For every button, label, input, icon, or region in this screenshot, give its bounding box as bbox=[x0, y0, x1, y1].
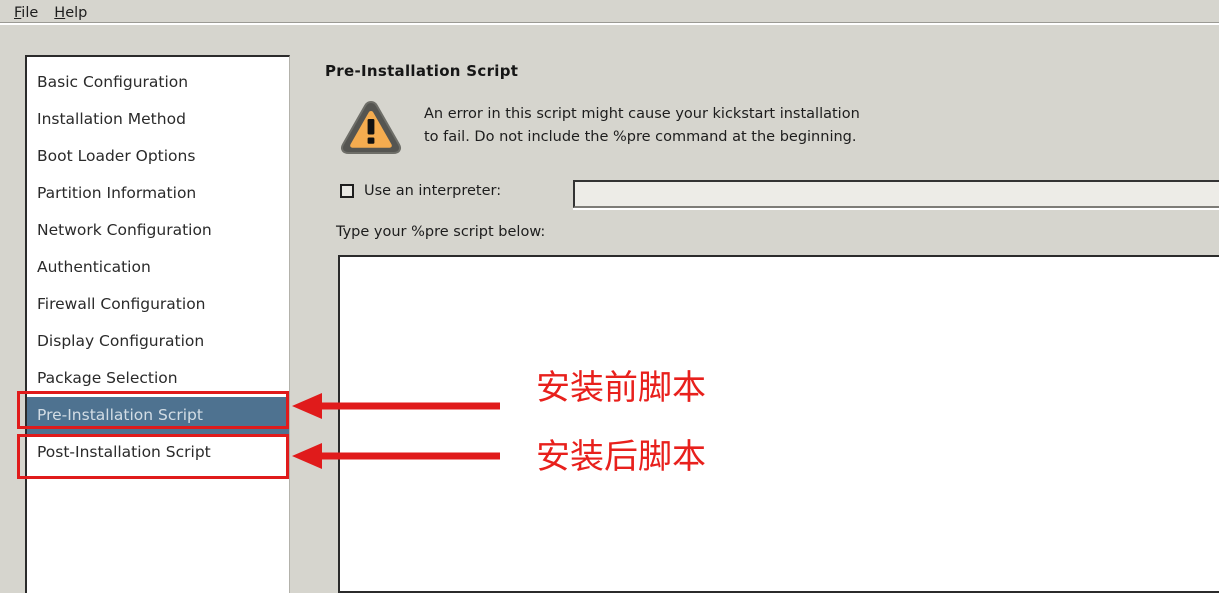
use-interpreter-label: Use an interpreter: bbox=[364, 183, 502, 199]
annotation-label-pre-script: 安装前脚本 bbox=[536, 368, 706, 408]
menu-file-rest: ile bbox=[21, 5, 39, 21]
use-interpreter-checkbox[interactable] bbox=[340, 184, 354, 198]
kickstart-configurator-window: File Help Basic Configuration Installati… bbox=[0, 0, 1219, 593]
menu-help-rest: elp bbox=[65, 5, 88, 21]
sidebar-item-firewall-configuration[interactable]: Firewall Configuration bbox=[27, 286, 289, 323]
sidebar-item-authentication[interactable]: Authentication bbox=[27, 249, 289, 286]
navigation-list[interactable]: Basic Configuration Installation Method … bbox=[25, 55, 290, 593]
sidebar-item-package-selection[interactable]: Package Selection bbox=[27, 360, 289, 397]
menu-help[interactable]: Help bbox=[48, 6, 97, 22]
sidebar-item-display-configuration[interactable]: Display Configuration bbox=[27, 323, 289, 360]
warning-banner: An error in this script might cause your… bbox=[338, 97, 1198, 157]
warning-text: An error in this script might cause your… bbox=[424, 103, 860, 149]
sidebar-item-network-configuration[interactable]: Network Configuration bbox=[27, 212, 289, 249]
annotation-label-post-script: 安装后脚本 bbox=[536, 437, 706, 477]
sidebar-item-partition-information[interactable]: Partition Information bbox=[27, 175, 289, 212]
warning-triangle-icon bbox=[340, 100, 402, 154]
sidebar-item-pre-installation-script[interactable]: Pre-Installation Script bbox=[27, 397, 289, 434]
menu-bar-separator bbox=[0, 22, 1219, 25]
menu-bar: File Help bbox=[0, 0, 1219, 22]
menu-file[interactable]: File bbox=[8, 6, 48, 22]
menu-help-mnemonic: H bbox=[54, 5, 66, 21]
use-interpreter-row[interactable]: Use an interpreter: bbox=[340, 183, 501, 199]
warning-text-line1: An error in this script might cause your… bbox=[424, 106, 860, 122]
script-area-label: Type your %pre script below: bbox=[336, 224, 546, 240]
page-title: Pre-Installation Script bbox=[325, 62, 519, 80]
sidebar-item-boot-loader-options[interactable]: Boot Loader Options bbox=[27, 138, 289, 175]
script-textarea[interactable] bbox=[338, 255, 1219, 593]
interpreter-input[interactable] bbox=[573, 180, 1219, 208]
warning-text-line2: to fail. Do not include the %pre command… bbox=[424, 129, 857, 145]
sidebar-item-installation-method[interactable]: Installation Method bbox=[27, 101, 289, 138]
sidebar-item-basic-configuration[interactable]: Basic Configuration bbox=[27, 64, 289, 101]
sidebar-item-post-installation-script[interactable]: Post-Installation Script bbox=[27, 434, 289, 471]
